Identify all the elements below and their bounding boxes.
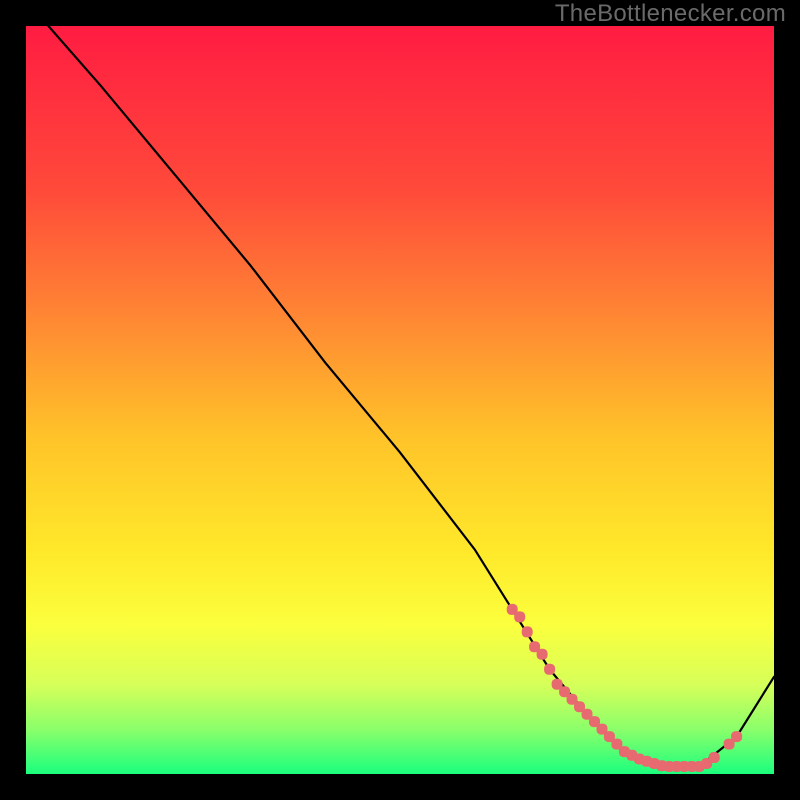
attribution-text: TheBottlenecker.com	[555, 0, 786, 28]
marker-point	[731, 731, 742, 742]
marker-point	[537, 649, 548, 660]
marker-point	[709, 752, 720, 763]
marker-point	[514, 611, 525, 622]
marker-point	[544, 664, 555, 675]
plot-background	[26, 26, 774, 774]
chart-container: TheBottlenecker.com	[0, 0, 800, 800]
chart-svg	[0, 0, 800, 800]
marker-point	[522, 626, 533, 637]
